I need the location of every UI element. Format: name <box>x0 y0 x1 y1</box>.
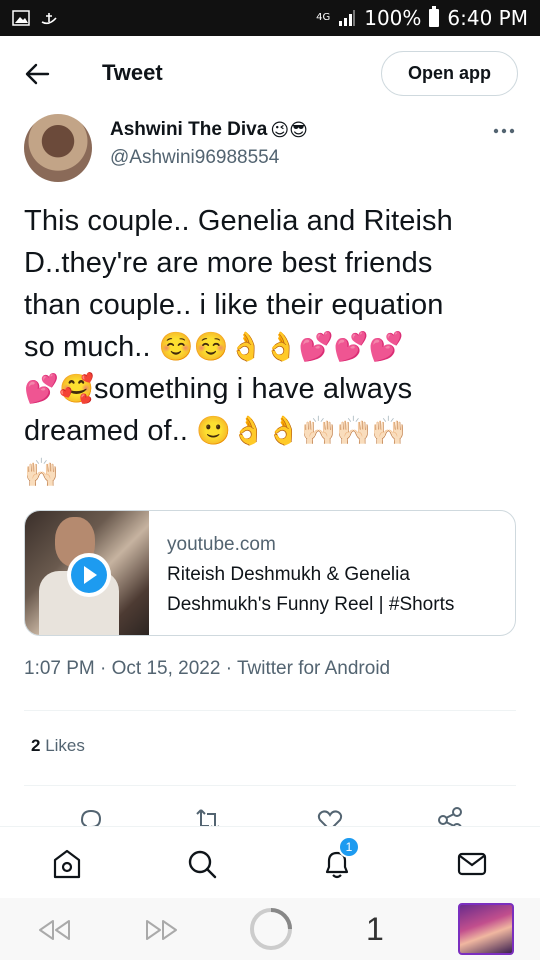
forward-icon[interactable] <box>144 918 180 942</box>
clock: 6:40 PM <box>447 6 528 30</box>
likes-count: 2 <box>31 736 41 755</box>
likes-stat[interactable]: 2 Likes <box>31 736 85 756</box>
author-handle[interactable]: @Ashwini96988554 <box>110 147 279 169</box>
home-icon[interactable] <box>50 847 84 881</box>
tweet-emojis: 🙂👌👌🙌🏻🙌🏻🙌🏻 <box>196 415 406 446</box>
header: Tweet Open app <box>0 36 540 112</box>
card-title-line: Riteish Deshmukh & Genelia <box>167 564 410 585</box>
open-app-button[interactable]: Open app <box>381 51 518 96</box>
battery-percent: 100% <box>364 6 422 30</box>
network-type: 4G <box>316 12 331 23</box>
browser-tab-count[interactable]: 1 <box>366 911 384 948</box>
video-thumbnail <box>25 511 149 635</box>
reply-icon[interactable] <box>77 806 105 826</box>
messages-icon[interactable] <box>455 847 489 881</box>
tweet-timestamp[interactable]: 1:07 PM · Oct 15, 2022 · Twitter for And… <box>24 658 390 680</box>
tweet-line: 🙌🏻 <box>24 452 524 494</box>
tweet-line: so much.. ☺️☺️👌👌💕💕💕 <box>24 326 524 368</box>
search-icon[interactable] <box>185 847 219 881</box>
tweet-emojis: 💕🥰 <box>24 373 94 404</box>
status-bar: 4G 100% 6:40 PM <box>0 0 540 36</box>
usb-notification-icon <box>41 13 57 25</box>
signal-icon <box>339 10 356 26</box>
tweet-line-text: so much.. <box>24 331 159 363</box>
tweet-line: than couple.. i like their equation <box>24 289 444 321</box>
bottom-tab-bar <box>0 826 540 898</box>
author-avatar[interactable] <box>24 114 92 182</box>
play-icon <box>71 557 107 593</box>
tweet-line: D..they're are more best friends <box>24 247 433 279</box>
notification-badge: 1 <box>338 836 360 858</box>
author-name[interactable]: Ashwini The Diva 😉😎 <box>110 119 308 141</box>
gallery-notification-icon <box>12 10 30 26</box>
card-body: youtube.com Riteish Deshmukh & Genelia D… <box>167 531 507 619</box>
status-left <box>0 10 58 26</box>
tweet-emojis: ☺️☺️👌👌💕💕💕 <box>158 331 404 362</box>
status-right: 4G 100% 6:40 PM <box>316 0 528 36</box>
tweet-actions <box>0 800 540 826</box>
card-domain: youtube.com <box>167 534 276 555</box>
tweet-line-text: dreamed of.. <box>24 415 197 447</box>
tweet-emojis: 🙌🏻 <box>24 457 59 488</box>
author-name-text: Ashwini The Diva <box>110 119 268 140</box>
likes-label: Likes <box>45 736 85 755</box>
tweet-line-text: something i have always <box>93 373 413 405</box>
play-button[interactable] <box>67 553 111 597</box>
link-card[interactable]: youtube.com Riteish Deshmukh & Genelia D… <box>24 510 516 636</box>
rewind-icon[interactable] <box>36 918 72 942</box>
loading-icon[interactable] <box>248 906 294 952</box>
battery-icon <box>429 6 440 27</box>
tweet-text: This couple.. Genelia and Riteish D..the… <box>24 200 524 494</box>
card-title-line: Deshmukh's Funny Reel | #Shorts <box>167 594 455 615</box>
tweet-line: dreamed of.. 🙂👌👌🙌🏻🙌🏻🙌🏻 <box>24 410 524 452</box>
share-icon[interactable] <box>436 806 464 826</box>
browser-profile-avatar[interactable] <box>458 903 514 955</box>
divider <box>24 710 516 711</box>
more-icon[interactable] <box>493 128 515 134</box>
back-arrow-icon[interactable] <box>24 62 50 86</box>
divider <box>24 785 516 786</box>
like-icon[interactable] <box>316 806 344 826</box>
page-title: Tweet <box>102 60 163 85</box>
tweet-line: 💕🥰something i have always <box>24 368 524 410</box>
tweet-line: This couple.. Genelia and Riteish <box>24 205 453 237</box>
retweet-icon[interactable] <box>194 806 222 826</box>
author-name-emojis: 😉😎 <box>270 119 308 140</box>
